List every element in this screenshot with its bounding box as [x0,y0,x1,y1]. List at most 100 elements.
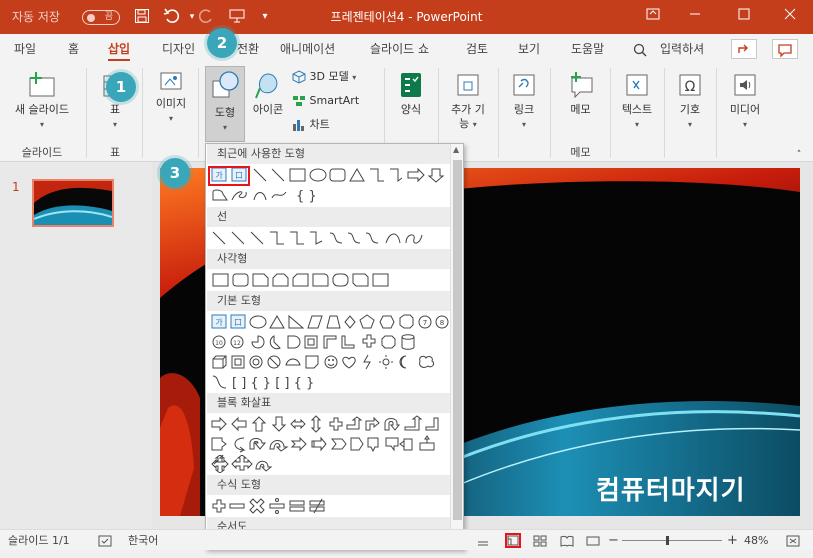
comments-icon[interactable] [772,39,798,59]
3d-model-label: 3D 모델 [309,70,349,83]
search-icon[interactable] [633,34,647,64]
scroll-up-icon[interactable]: ▲ [453,145,459,154]
gallery-section-recent: 최근에 사용한 도형 [207,144,451,164]
basic-shapes-row-2[interactable]: 10 12 [210,333,450,351]
slide-sorter-icon[interactable] [533,530,547,551]
reading-view-icon[interactable] [560,530,574,551]
chart-button[interactable]: 차트 [292,118,372,132]
comment-button[interactable]: 메모 [558,70,603,117]
scroll-thumb[interactable] [453,160,462,520]
new-slide-button[interactable]: 새 슬라이드 ▾ [5,70,79,132]
tab-view[interactable]: 보기 [518,34,540,64]
slide-counter: 슬라이드 1/1 [8,534,70,547]
gallery-section-block-arrows: 블록 화살표 [207,393,451,413]
svg-text:10: 10 [215,340,223,347]
new-slide-icon [29,72,55,97]
normal-view-icon[interactable] [505,533,521,548]
redo-icon[interactable] [198,8,216,26]
text-icon [626,74,648,96]
presentation-icon[interactable] [228,8,246,26]
equation-shapes-row[interactable] [210,497,450,515]
block-arrows-row-2[interactable] [210,435,450,453]
svg-text:[ ] { } [ ] { }: [ ] { } [ ] { } [232,376,314,391]
tab-help[interactable]: 도움말 [571,34,604,64]
basic-shapes-row-4[interactable]: [ ] { } [ ] { } [210,373,450,391]
autosave-toggle[interactable]: 끔 [82,10,120,25]
chevron-down-icon: ▾ [742,120,747,129]
minimize-icon[interactable] [675,0,715,34]
tab-slideshow[interactable]: 슬라이드 쇼 [370,34,429,64]
slide-thumbnail[interactable] [32,179,114,227]
3d-model-button[interactable]: 3D 모델 ▾ [292,70,372,85]
link-label: 링크 [513,103,535,116]
symbols-button[interactable]: Ω 기호 ▾ [670,70,710,132]
zoom-slider[interactable] [622,530,722,551]
smartart-button[interactable]: SmartArt [292,94,372,108]
text-button[interactable]: 텍스트 ▾ [614,70,660,132]
link-button[interactable]: 링크 ▾ [505,70,543,132]
addins-label-1: 추가 기 [451,103,485,116]
forms-icon [401,73,421,97]
tab-transitions[interactable]: 전환 [237,34,259,64]
tab-insert[interactable]: 삽입 [108,34,131,64]
block-arrows-row-1[interactable] [210,415,450,433]
slideshow-view-icon[interactable] [586,530,600,551]
block-arrows-row-3[interactable] [210,455,450,473]
svg-text:8: 8 [440,319,444,327]
media-button[interactable]: 미디어 ▾ [722,70,768,132]
recent-shapes-row-2[interactable]: { } [210,186,450,204]
restore-ribbon-icon[interactable] [633,0,673,34]
image-icon [160,72,182,90]
tab-file[interactable]: 파일 [14,34,36,64]
tell-me-input[interactable]: 입력하셔 [660,34,704,64]
notes-icon[interactable] [476,530,490,551]
image-button[interactable]: 이미지 ▾ [148,70,194,126]
speaker-icon [734,74,756,96]
slide-number: 1 [12,180,20,194]
addins-icon [457,74,479,96]
chevron-down-icon: ▾ [39,120,44,129]
text-label: 텍스트 [621,103,653,116]
save-icon[interactable] [133,8,151,26]
zoom-out-icon[interactable]: − [608,530,619,551]
tab-design[interactable]: 디자인 [162,34,195,64]
close-icon[interactable] [770,0,810,34]
chevron-down-icon: ▾ [352,73,357,82]
fit-slide-icon[interactable] [786,530,800,551]
shapes-label: 도형 [214,106,236,119]
link-icon [513,74,535,96]
basic-shapes-row-1[interactable]: 가 口 7 8 [210,313,450,331]
basic-shapes-row-3[interactable] [210,353,450,371]
ribbon-tabs: 파일 홈 삽입 디자인 전환 애니메이션 슬라이드 쇼 검토 보기 도움말 입력… [0,34,813,64]
icons-button[interactable]: 아이콘 [248,70,288,117]
icons-icon [255,73,278,99]
tab-home[interactable]: 홈 [68,34,79,64]
zoom-in-icon[interactable]: + [727,530,738,551]
new-comment-icon [570,72,592,99]
tab-animations[interactable]: 애니메이션 [280,34,335,64]
rectangle-shapes-row[interactable] [210,271,450,289]
language-label[interactable]: 한국어 [128,530,158,551]
tab-review[interactable]: 검토 [466,34,488,64]
undo-icon[interactable] [163,8,181,26]
shapes-button[interactable]: 도형 ▾ [205,66,245,142]
highlight-box [208,166,250,186]
addins-button[interactable]: 추가 기능 ▾ [444,70,492,132]
step-badge-3: 3 [160,158,190,188]
collapse-ribbon-icon[interactable]: ˄ [792,148,806,162]
share-icon[interactable] [731,39,757,59]
gallery-scrollbar[interactable]: ▲ ▼ [450,144,463,549]
spellcheck-icon[interactable] [98,530,112,551]
ribbon-divider [142,68,143,158]
zoom-level[interactable]: 48% [744,530,768,551]
title-bar: 자동 저장 끔 ▾ ▾ 프레젠테이션4 - PowerPoint [0,0,813,34]
svg-text:12: 12 [233,340,241,347]
maximize-icon[interactable] [724,0,764,34]
chart-label: 차트 [309,118,330,131]
status-bar: 슬라이드 1/1 한국어 − + 48% [0,529,813,550]
line-shapes-row[interactable] [210,229,450,247]
customize-qat-icon[interactable]: ▾ [256,8,274,26]
forms-button[interactable]: 양식 [392,70,430,117]
chevron-down-icon: ▾ [222,123,227,132]
slides-group-label: 슬라이드 [21,146,63,159]
